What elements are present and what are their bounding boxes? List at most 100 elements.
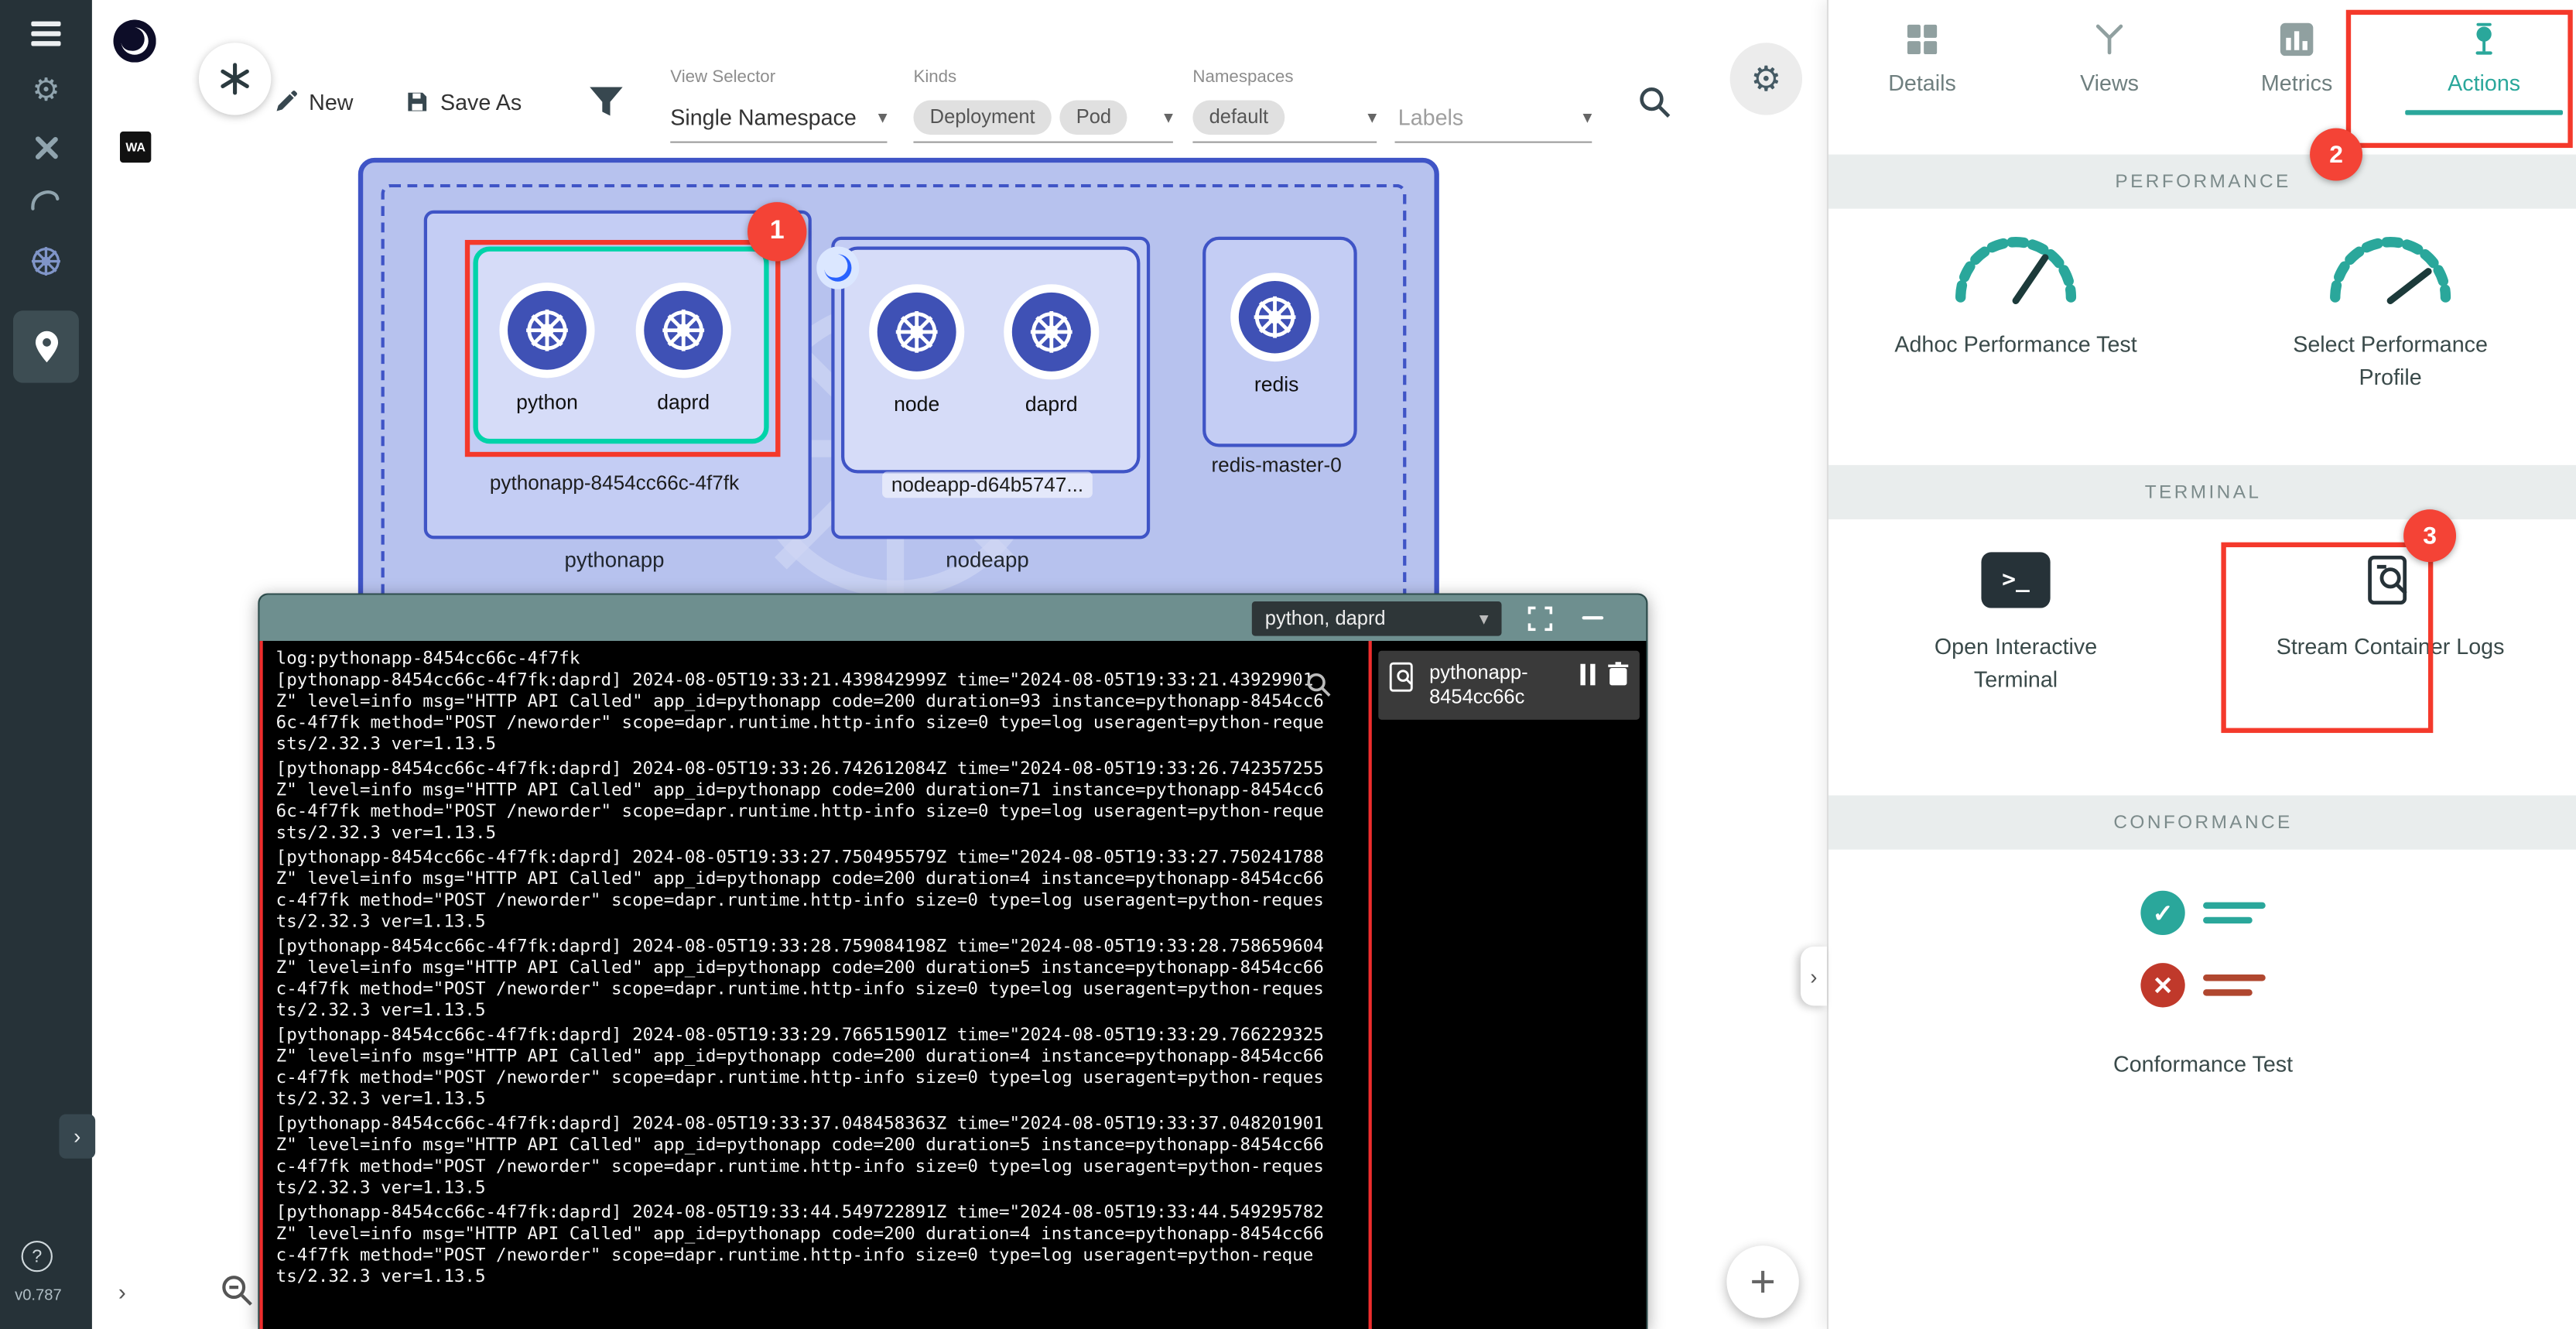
annotation-box-2 — [2346, 10, 2573, 148]
settings-button[interactable]: ⚙ — [1730, 43, 1802, 115]
settings-gears-icon[interactable]: ⚙ — [0, 72, 92, 110]
gear-icon: ⚙ — [1750, 58, 1781, 99]
log-output: [pythonapp-8454cc66c-4f7fk:daprd] 2024-0… — [276, 670, 1356, 1288]
list-lines-icon — [2203, 967, 2266, 1004]
log-header-line: log:pythonapp-8454cc66c-4f7fk — [276, 649, 1356, 671]
session-row[interactable]: pythonapp-8454cc66c — [1378, 651, 1640, 720]
view-selector-value: Single Namespace — [670, 104, 857, 129]
view-selector-label: View Selector — [670, 67, 775, 87]
panel-collapse-button[interactable]: › — [1801, 947, 1827, 1005]
container-node[interactable] — [869, 284, 964, 379]
container-redis[interactable] — [1230, 272, 1319, 361]
deployment-label: pythonapp — [424, 547, 806, 572]
new-button-label: New — [309, 90, 353, 115]
help-button[interactable]: ? — [22, 1241, 53, 1272]
namespaces-multiselect[interactable]: default ▾ — [1192, 92, 1377, 143]
save-as-button[interactable]: Save As — [404, 89, 522, 115]
tab-details[interactable]: Details — [1829, 0, 2016, 155]
log-entry: [pythonapp-8454cc66c-4f7fk:daprd] 2024-0… — [276, 759, 1356, 844]
terminal-selector-value: python, daprd — [1265, 606, 1386, 629]
conformance-card[interactable]: ✓ ✕ Conformance Test — [1829, 891, 2576, 1082]
dapr-logo-icon[interactable] — [113, 19, 156, 70]
select-performance-profile-card[interactable]: Select Performance Profile — [2203, 227, 2576, 396]
log-search-button[interactable] — [1305, 670, 1332, 705]
deployment-label: nodeapp — [831, 547, 1143, 572]
chevron-down-icon: ▾ — [1367, 106, 1377, 128]
app-logo-icon[interactable] — [0, 16, 92, 51]
list-lines-icon — [2203, 894, 2266, 931]
container-daprd[interactable] — [1004, 284, 1099, 379]
canvas-menu-button[interactable] — [199, 43, 271, 115]
adhoc-performance-test-card[interactable]: Adhoc Performance Test — [1829, 227, 2203, 396]
open-interactive-terminal-card[interactable]: >_ Open Interactive Terminal — [1829, 552, 2203, 697]
chevron-down-icon: ▾ — [1164, 106, 1173, 128]
pod-name-label: pythonapp-8454cc66c-4f7fk — [427, 471, 802, 495]
annotation-box-3 — [2221, 543, 2433, 733]
tab-label: Metrics — [2261, 70, 2332, 95]
terminal-cards: >_ Open Interactive Terminal Stream Cont… — [1829, 552, 2576, 697]
tools-icon[interactable] — [0, 132, 92, 164]
location-pin-icon — [30, 329, 61, 365]
right-panel: Details Views Metrics Actions — [1827, 0, 2576, 1329]
terminal-window: python, daprd ▾ log:pythonapp-8454cc66c-… — [258, 593, 1647, 1329]
bar-chart-icon — [2279, 19, 2315, 59]
sidebar-expand-button[interactable]: › — [59, 1114, 95, 1158]
shape-dock: WA › — [92, 0, 181, 1329]
kind-chip-deployment[interactable]: Deployment — [913, 99, 1051, 134]
trash-icon[interactable] — [1606, 660, 1630, 687]
x-circle-icon: ✕ — [2140, 963, 2184, 1007]
section-header-performance: PERFORMANCE — [1829, 155, 2576, 209]
performance-cards: Adhoc Performance Test Select Performanc… — [1829, 227, 2576, 396]
branch-icon — [2092, 19, 2128, 59]
container-label: node — [856, 392, 977, 416]
pipeline-curve-icon[interactable] — [0, 184, 92, 214]
log-entry: [pythonapp-8454cc66c-4f7fk:daprd] 2024-0… — [276, 937, 1356, 1022]
section-header-conformance: CONFORMANCE — [1829, 796, 2576, 850]
magnifier-icon — [218, 1272, 255, 1308]
check-circle-icon: ✓ — [2140, 891, 2184, 935]
labels-dropdown[interactable]: ▾ — [1395, 92, 1592, 143]
annotation-step-1: 1 — [747, 202, 806, 261]
labels-input[interactable] — [1395, 103, 1553, 131]
tab-views[interactable]: Views — [2016, 0, 2203, 155]
canvas-zoom-button[interactable] — [218, 1272, 255, 1316]
app-window: ⚙ › ? v0.787 WA › New Save As — [0, 0, 2576, 1329]
dock-expand-chevron[interactable]: › — [118, 1279, 126, 1305]
plus-icon: + — [1750, 1256, 1776, 1307]
chevron-down-icon: ▾ — [1583, 106, 1592, 128]
menu-icon — [31, 16, 60, 51]
fullscreen-icon[interactable] — [1527, 605, 1552, 630]
annotation-step-3: 3 — [2403, 509, 2456, 562]
tab-label: Views — [2080, 70, 2139, 95]
kinds-multiselect[interactable]: Deployment Pod ▾ — [913, 92, 1172, 143]
log-entry: [pythonapp-8454cc66c-4f7fk:daprd] 2024-0… — [276, 1114, 1356, 1199]
pod-name-label: redis-master-0 — [1161, 454, 1391, 477]
log-entry: [pythonapp-8454cc66c-4f7fk:daprd] 2024-0… — [276, 848, 1356, 933]
card-label: Open Interactive Terminal — [1891, 631, 2141, 697]
add-node-button[interactable]: + — [1726, 1245, 1798, 1317]
pencil-icon — [272, 89, 299, 115]
wasm-shape-icon[interactable]: WA — [120, 132, 151, 163]
new-button[interactable]: New — [272, 89, 353, 115]
minimize-icon[interactable] — [1582, 616, 1604, 620]
kubernetes-wheel-icon[interactable] — [0, 243, 92, 279]
filter-button[interactable] — [588, 85, 624, 126]
view-selector-dropdown[interactable]: Single Namespace ▾ — [670, 92, 887, 143]
kinds-label: Kinds — [913, 67, 956, 87]
search-button[interactable] — [1637, 84, 1673, 128]
terminal-container-selector[interactable]: python, daprd ▾ — [1252, 601, 1502, 635]
kind-chip-pod[interactable]: Pod — [1059, 99, 1127, 134]
dapr-badge-icon — [816, 246, 859, 297]
pause-icon[interactable] — [1580, 664, 1596, 686]
namespace-chip-default[interactable]: default — [1192, 99, 1285, 134]
container-label: redis — [1202, 373, 1350, 396]
log-entry: [pythonapp-8454cc66c-4f7fk:daprd] 2024-0… — [276, 1026, 1356, 1111]
funnel-icon — [588, 85, 624, 118]
terminal-titlebar[interactable]: python, daprd ▾ — [259, 595, 1646, 641]
sidebar-item-location-active[interactable] — [13, 310, 79, 382]
kubernetes-wheel-icon — [1025, 306, 1078, 358]
save-icon — [404, 89, 430, 115]
log-pane: log:pythonapp-8454cc66c-4f7fk [pythonapp… — [259, 641, 1371, 1329]
terminal-session-list: pythonapp-8454cc66c — [1372, 641, 1647, 1329]
section-header-terminal: TERMINAL — [1829, 465, 2576, 519]
